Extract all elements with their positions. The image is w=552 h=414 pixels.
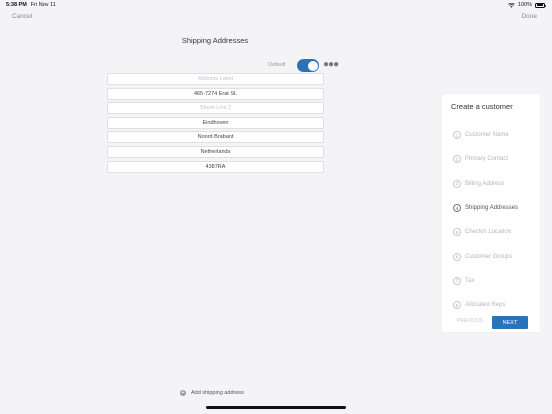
toggle-knob	[307, 60, 318, 71]
step-label: Shipping Addresses	[465, 205, 519, 212]
street-line-2-field[interactable]	[107, 102, 324, 115]
page-title: Shipping Addresses	[181, 36, 249, 45]
step-tax[interactable]: 7 Tax	[453, 269, 518, 293]
status-date: Fri Nov 11	[30, 2, 56, 8]
step-number: 6	[453, 252, 461, 261]
step-number: 3	[453, 179, 461, 188]
status-bar-left: 5:38 PM Fri Nov 11	[6, 2, 56, 8]
cancel-button[interactable]: Cancel	[12, 13, 32, 20]
battery-icon	[535, 2, 546, 8]
default-toggle[interactable]	[297, 59, 319, 72]
wizard-steps: 1 Customer Name 2 Primary Contact 3 Billing…	[453, 123, 518, 317]
step-label: Billing Address	[465, 180, 505, 187]
add-shipping-address-label: Add shipping address	[191, 390, 244, 396]
step-label: Primary Contact	[465, 156, 509, 163]
add-shipping-address-button[interactable]: + Add shipping address	[180, 390, 244, 396]
state-field[interactable]	[107, 131, 324, 144]
address-label-field[interactable]	[107, 73, 324, 85]
step-checkin-location[interactable]: 5 Checkin Location	[453, 220, 518, 244]
status-bar-right: 100%	[508, 2, 546, 8]
next-button[interactable]: NEXT	[492, 316, 528, 329]
step-allocated-reps[interactable]: 8 Allocated Reps	[453, 293, 518, 317]
step-number: 4	[453, 204, 461, 213]
previous-button[interactable]: PREVIOUS	[457, 318, 483, 324]
step-label: Allocated Reps	[465, 302, 506, 309]
home-indicator	[206, 406, 346, 409]
step-label: Customer Name	[465, 132, 509, 139]
step-customer-name[interactable]: 1 Customer Name	[453, 123, 518, 147]
step-number: 5	[453, 228, 461, 237]
street-line-1-field[interactable]	[107, 87, 324, 100]
step-billing-address[interactable]: 3 Billing Address	[453, 172, 518, 196]
address-form	[107, 73, 324, 175]
plus-icon: +	[180, 390, 186, 396]
step-customer-groups[interactable]: 6 Customer Groups	[453, 244, 518, 268]
country-field[interactable]	[107, 145, 324, 158]
step-label: Tax	[465, 277, 475, 284]
city-field[interactable]	[107, 116, 324, 129]
panel-title: Create a customer	[451, 102, 513, 111]
step-number: 2	[453, 155, 461, 164]
status-time: 5:38 PM	[6, 2, 27, 8]
step-shipping-addresses[interactable]: 4 Shipping Addresses	[453, 196, 518, 220]
postal-code-field[interactable]	[107, 160, 324, 173]
step-number: 8	[453, 301, 461, 310]
battery-percentage: 100%	[517, 2, 532, 8]
step-primary-contact[interactable]: 2 Primary Contact	[453, 147, 518, 171]
step-label: Customer Groups	[465, 253, 513, 260]
more-options-icon[interactable]: ●●●	[323, 60, 339, 70]
default-label: Default	[268, 62, 286, 68]
step-number: 1	[453, 131, 461, 140]
step-label: Checkin Location	[465, 229, 512, 236]
create-customer-panel: Create a customer 1 Customer Name 2 Primar…	[442, 94, 540, 332]
wifi-icon	[508, 2, 515, 8]
done-button[interactable]: Done	[521, 13, 537, 20]
step-number: 7	[453, 276, 461, 285]
